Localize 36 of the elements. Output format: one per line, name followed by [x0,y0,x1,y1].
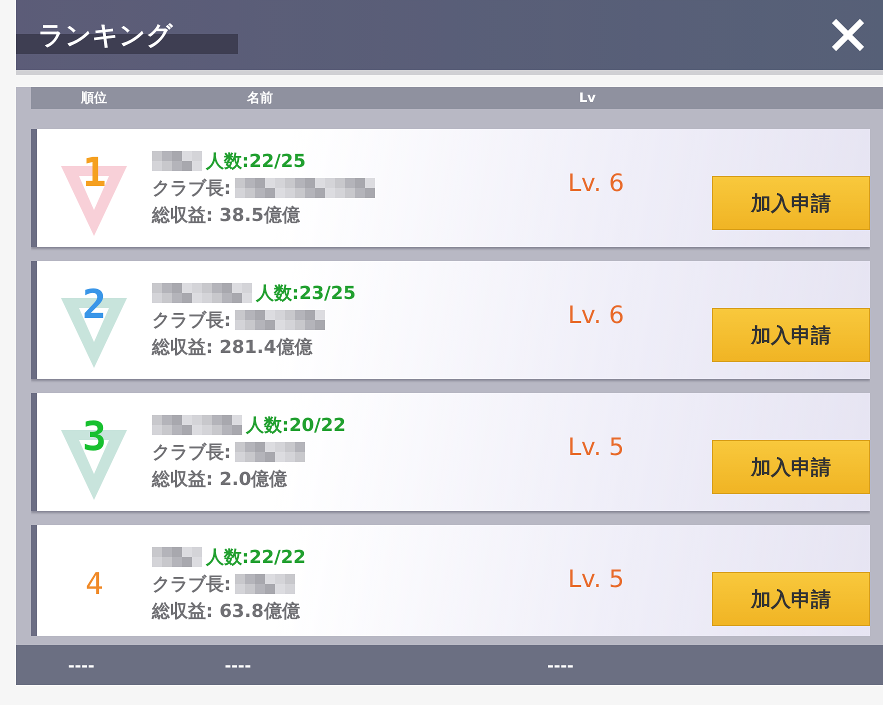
column-header: 順位 [81,90,107,107]
member-count: 人数:22/22 [206,546,306,569]
income-text: 総収益: 281.4億億 [152,336,314,359]
blurred-name-drawing [152,547,202,567]
rank-number: 2 [82,282,106,328]
income-text: 総収益: 38.5億億 [152,204,301,227]
join-request-button[interactable]: 加入申請 [712,308,870,362]
window-title: ランキング [38,20,173,52]
rank-number: 1 [82,150,106,196]
column-header: Lv [579,90,596,106]
club-level: Lv. 5 [568,565,626,593]
income-text: 総収益: 63.8億億 [152,600,301,623]
join-request-button[interactable]: 加入申請 [712,176,870,230]
leader-label: クラブ長: [152,177,232,200]
leader-label: クラブ長: [152,441,232,464]
member-count: 人数:20/22 [246,414,346,437]
club-level: Lv. 6 [568,169,626,197]
club-level: Lv. 5 [568,433,626,461]
footer-text: ---- [547,656,574,674]
income-text: 総収益: 2.0億億 [152,468,288,491]
footer-text: ---- [68,656,95,674]
leader-label: クラブ長: [152,573,232,596]
blurred-name-drawing [235,574,296,594]
blurred-name-drawing [152,151,202,171]
rank-number: 3 [82,414,106,460]
blurred-name-drawing [235,442,306,462]
member-count: 人数:22/25 [206,150,306,173]
join-request-button[interactable]: 加入申請 [712,572,870,626]
member-count: 人数:23/25 [256,282,356,305]
rank-number: 4 [85,566,104,602]
close-icon[interactable] [831,18,865,52]
leader-label: クラブ長: [152,309,232,332]
footer-text: ---- [224,656,252,674]
column-header: 名前 [247,90,273,107]
club-level: Lv. 6 [568,301,626,329]
join-request-button[interactable]: 加入申請 [712,440,870,494]
